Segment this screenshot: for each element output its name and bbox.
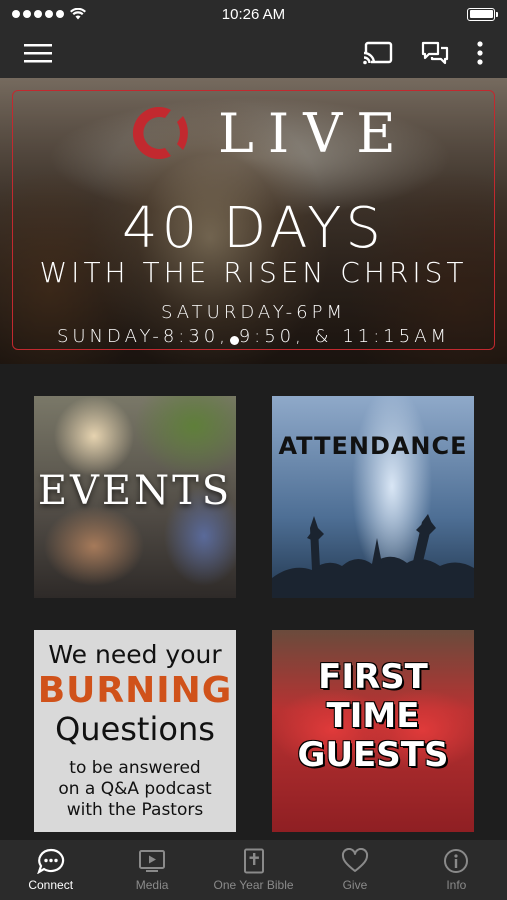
raised-hands-image: [272, 514, 474, 598]
tile-grid: EVENTS ATTENDANCE We need your BURNING Q…: [0, 364, 507, 840]
events-label: EVENTS: [37, 468, 233, 514]
signal-strength-icon: [12, 10, 64, 18]
live-label: LIVE: [218, 102, 410, 165]
hero-time-saturday: SATURDAY-6PM: [160, 302, 346, 323]
play-screen-icon: [139, 850, 166, 872]
tab-info-label: Info: [446, 878, 467, 892]
burning-details: to be answered on a Q&A podcast with the…: [34, 758, 236, 821]
hero-banner[interactable]: LIVE 40 DAYS WITH THE RISEN CHRIST SATUR…: [0, 78, 507, 364]
guests-label: FIRST TIME GUESTS: [272, 658, 474, 775]
church-logo-icon: [132, 107, 188, 159]
hero-time-sunday: SUNDAY-8:30, 9:50, & 11:15AM: [56, 326, 451, 347]
guests-line-1: FIRST: [318, 657, 428, 697]
carousel-pager-dot[interactable]: [230, 336, 239, 345]
tab-connect-label: Connect: [28, 878, 74, 892]
bible-icon: [243, 848, 264, 874]
battery-icon: [467, 7, 498, 21]
status-bar: 10:26 AM: [0, 0, 507, 28]
tab-give[interactable]: Give: [304, 840, 405, 900]
attendance-label: ATTENDANCE: [278, 432, 468, 460]
tab-info[interactable]: Info: [406, 840, 507, 900]
burning-line-2: BURNING: [37, 670, 233, 711]
burning-line-3: Questions: [55, 710, 215, 748]
signal-wifi: [12, 8, 86, 20]
hero-title: 40 DAYS: [122, 196, 385, 261]
app-bar: [0, 28, 507, 78]
more-vertical-icon[interactable]: [477, 41, 483, 65]
tab-media[interactable]: Media: [101, 840, 202, 900]
guests-line-3: GUESTS: [297, 735, 449, 775]
burning-detail-1: to be answered: [69, 758, 201, 778]
tab-one-year-bible-label: One Year Bible: [213, 878, 294, 892]
heart-icon: [341, 848, 368, 872]
tab-media-label: Media: [135, 878, 169, 892]
tab-one-year-bible[interactable]: One Year Bible: [203, 840, 304, 900]
chat-bubble-icon: [36, 848, 64, 874]
burning-detail-2: on a Q&A podcast: [58, 779, 212, 799]
burning-detail-3: with the Pastors: [66, 800, 204, 820]
attendance-tile[interactable]: ATTENDANCE: [272, 396, 474, 598]
hamburger-menu-icon[interactable]: [24, 43, 52, 63]
tab-give-label: Give: [342, 878, 368, 892]
guests-line-2: TIME: [326, 696, 420, 736]
hero-subtitle: WITH THE RISEN CHRIST: [39, 256, 468, 289]
first-time-guests-tile[interactable]: FIRST TIME GUESTS: [272, 630, 474, 832]
info-icon: [444, 849, 469, 873]
events-tile[interactable]: EVENTS: [34, 396, 236, 598]
burning-questions-tile[interactable]: We need your BURNING Questions to be ans…: [34, 630, 236, 832]
bottom-tab-bar: Connect Media One Year Bible Give Info: [0, 840, 507, 900]
burning-line-1: We need your: [48, 640, 222, 669]
wifi-icon: [70, 8, 86, 20]
cast-icon[interactable]: [363, 41, 393, 65]
tab-connect[interactable]: Connect: [0, 840, 101, 900]
chat-bubbles-icon[interactable]: [421, 41, 449, 65]
